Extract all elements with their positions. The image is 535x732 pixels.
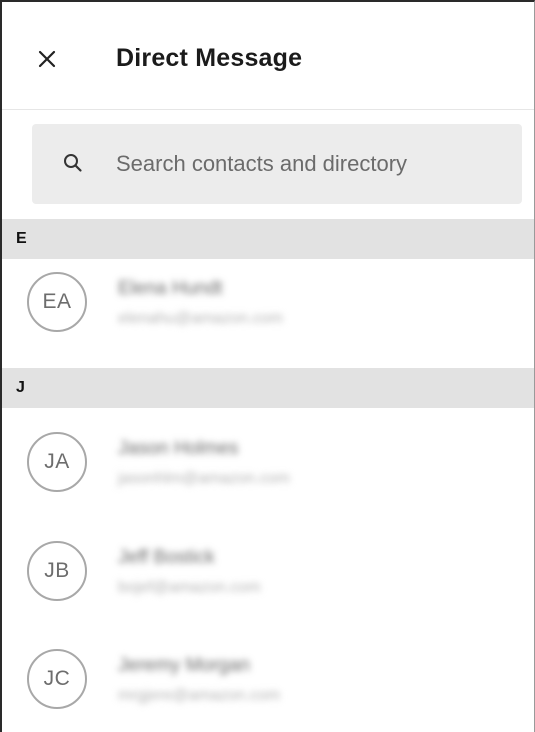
contact-name: Jason Holmes xyxy=(118,438,239,459)
search-icon xyxy=(64,154,82,172)
direct-message-panel: Direct Message E EA Elena Hundt elenahu@… xyxy=(0,0,535,732)
contact-name: Jeremy Morgan xyxy=(118,655,250,676)
contact-name: Jeff Bostick xyxy=(118,547,215,568)
contact-email: mrgjere@amazon.com xyxy=(118,687,281,704)
contact-row[interactable]: JC Jeremy Morgan mrgjere@amazon.com xyxy=(2,625,534,729)
avatar: JA xyxy=(27,432,87,492)
contact-row[interactable]: JB Jeff Bostick bojef@amazon.com xyxy=(2,517,534,621)
section-header-j: J xyxy=(2,368,534,408)
search-input[interactable] xyxy=(116,142,506,186)
panel-header: Direct Message xyxy=(2,2,534,110)
contact-email: elenahu@amazon.com xyxy=(118,310,283,327)
close-icon xyxy=(38,50,56,68)
avatar: JB xyxy=(27,541,87,601)
avatar: JC xyxy=(27,649,87,709)
close-button[interactable] xyxy=(30,42,64,76)
contact-email: jasonhlm@amazon.com xyxy=(118,470,290,487)
contact-name: Elena Hundt xyxy=(118,278,223,299)
contact-row[interactable]: EA Elena Hundt elenahu@amazon.com xyxy=(2,248,534,352)
contact-email: bojef@amazon.com xyxy=(118,579,261,596)
page-title: Direct Message xyxy=(116,44,303,72)
contact-row[interactable]: JA Jason Holmes jasonhlm@amazon.com xyxy=(2,408,534,512)
avatar: EA xyxy=(27,272,87,332)
